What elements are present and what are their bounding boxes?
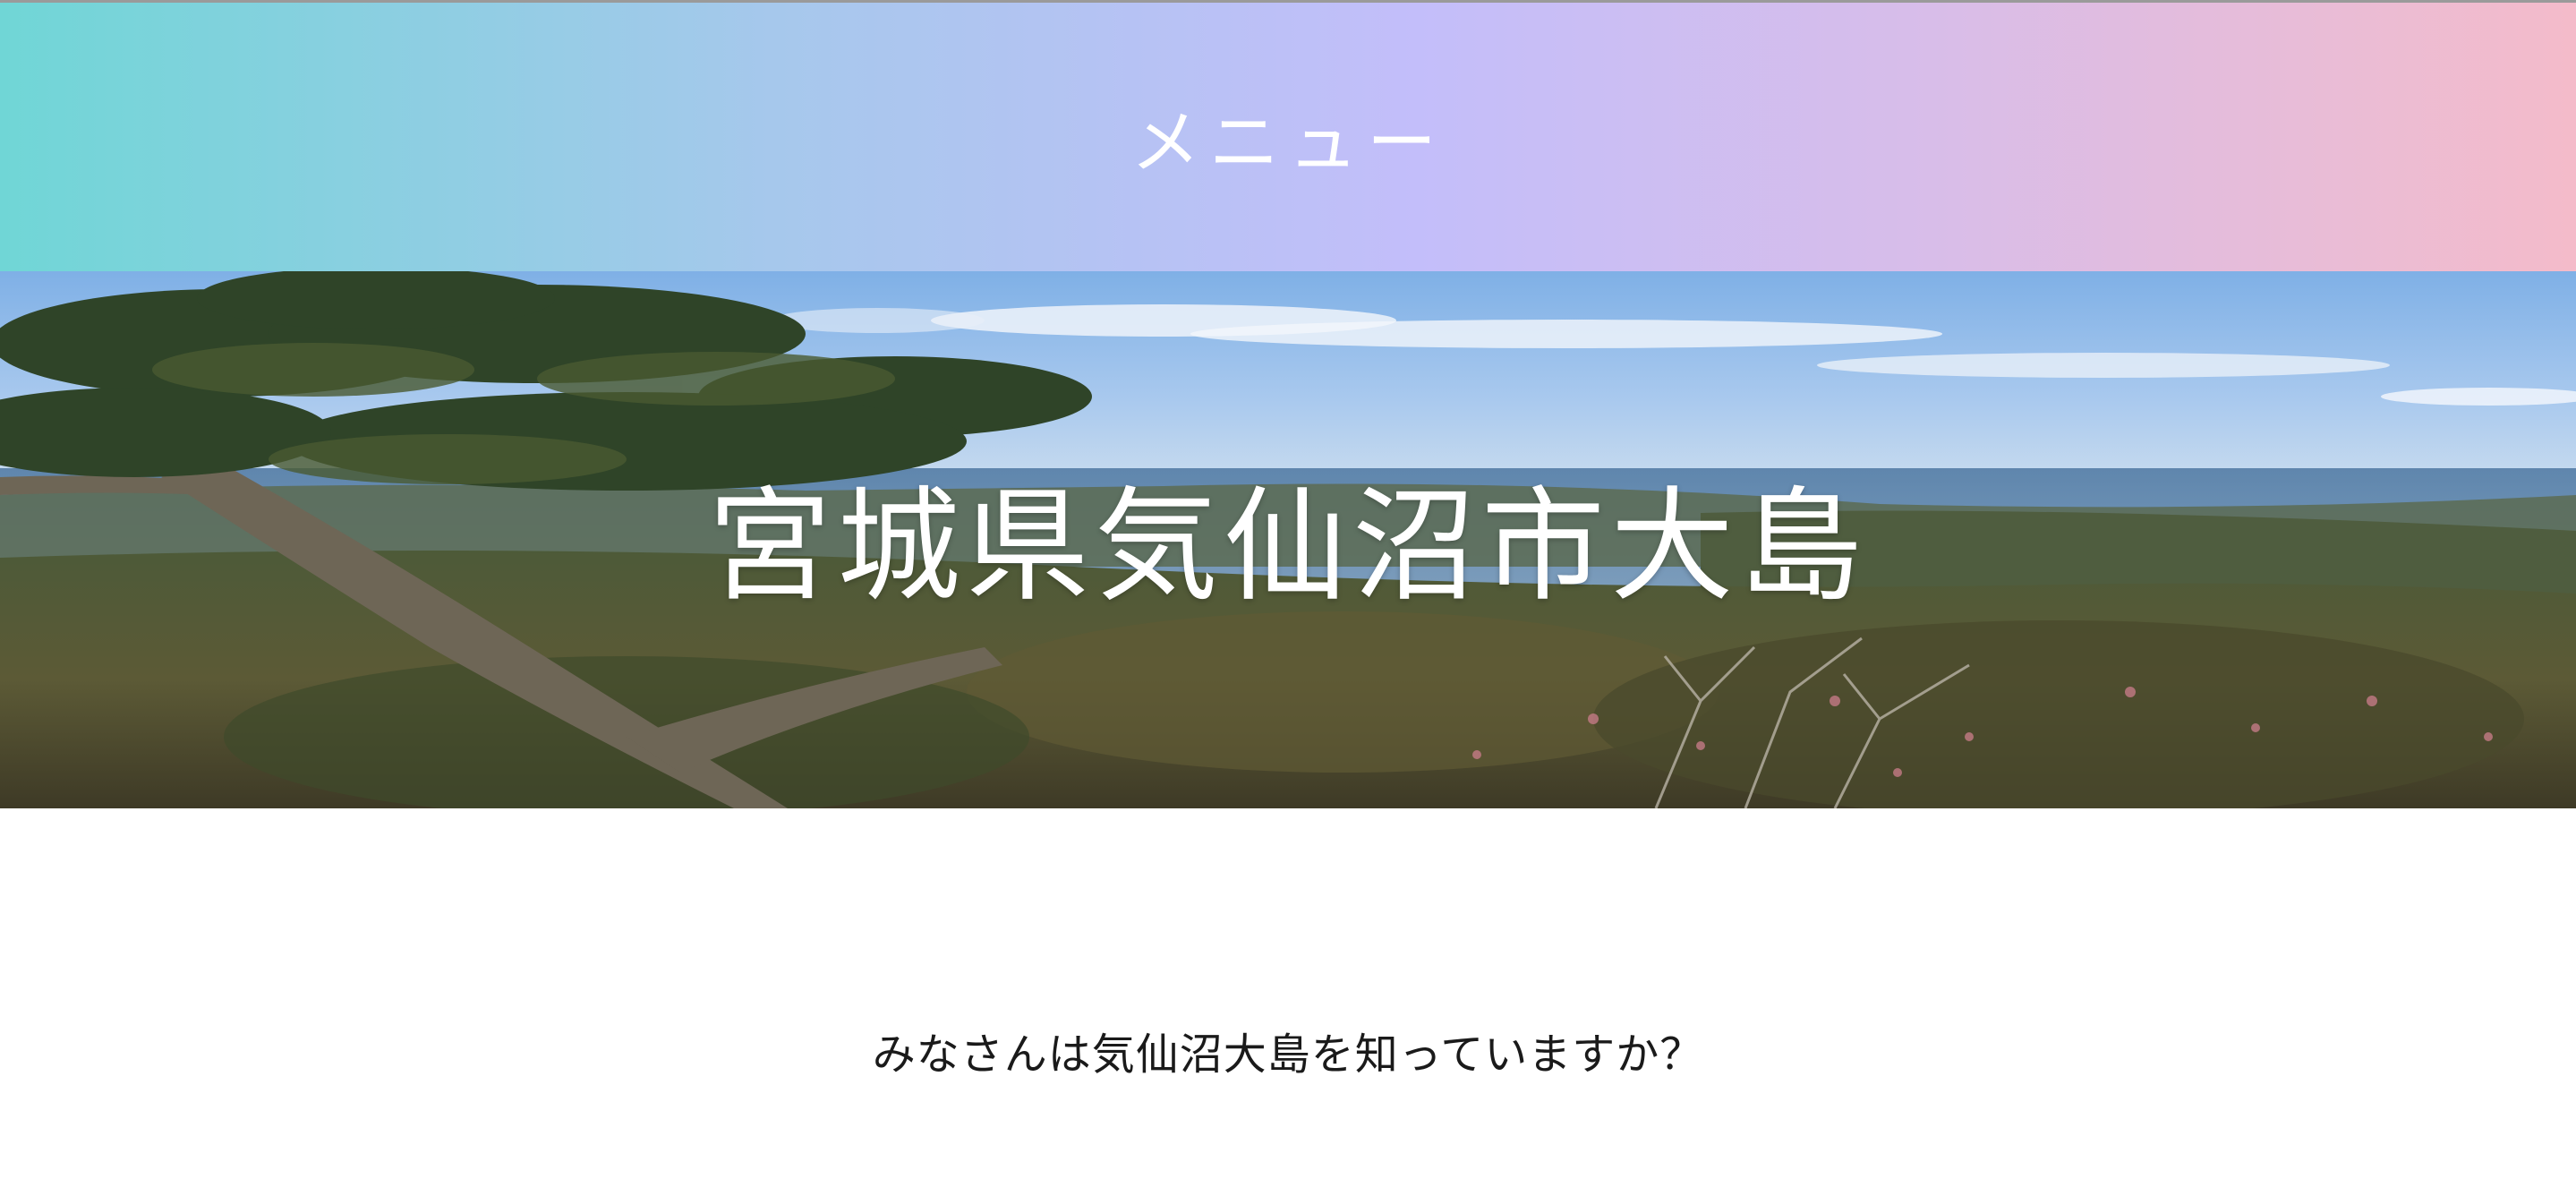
hero-banner: 宮城県気仙沼市大島 xyxy=(0,271,2576,808)
menu-label: メニュー xyxy=(1130,103,1446,184)
menu-button[interactable]: メニュー xyxy=(0,3,2576,271)
intro-text: みなさんは気仙沼大島を知っていますか？ xyxy=(872,1029,1704,1080)
page: メニュー 宮城県気仙沼市大島 みなさんは気仙沼大島を知っていますか？ xyxy=(0,0,2576,1196)
hero-title: 宮城県気仙沼市大島 xyxy=(707,474,1868,619)
